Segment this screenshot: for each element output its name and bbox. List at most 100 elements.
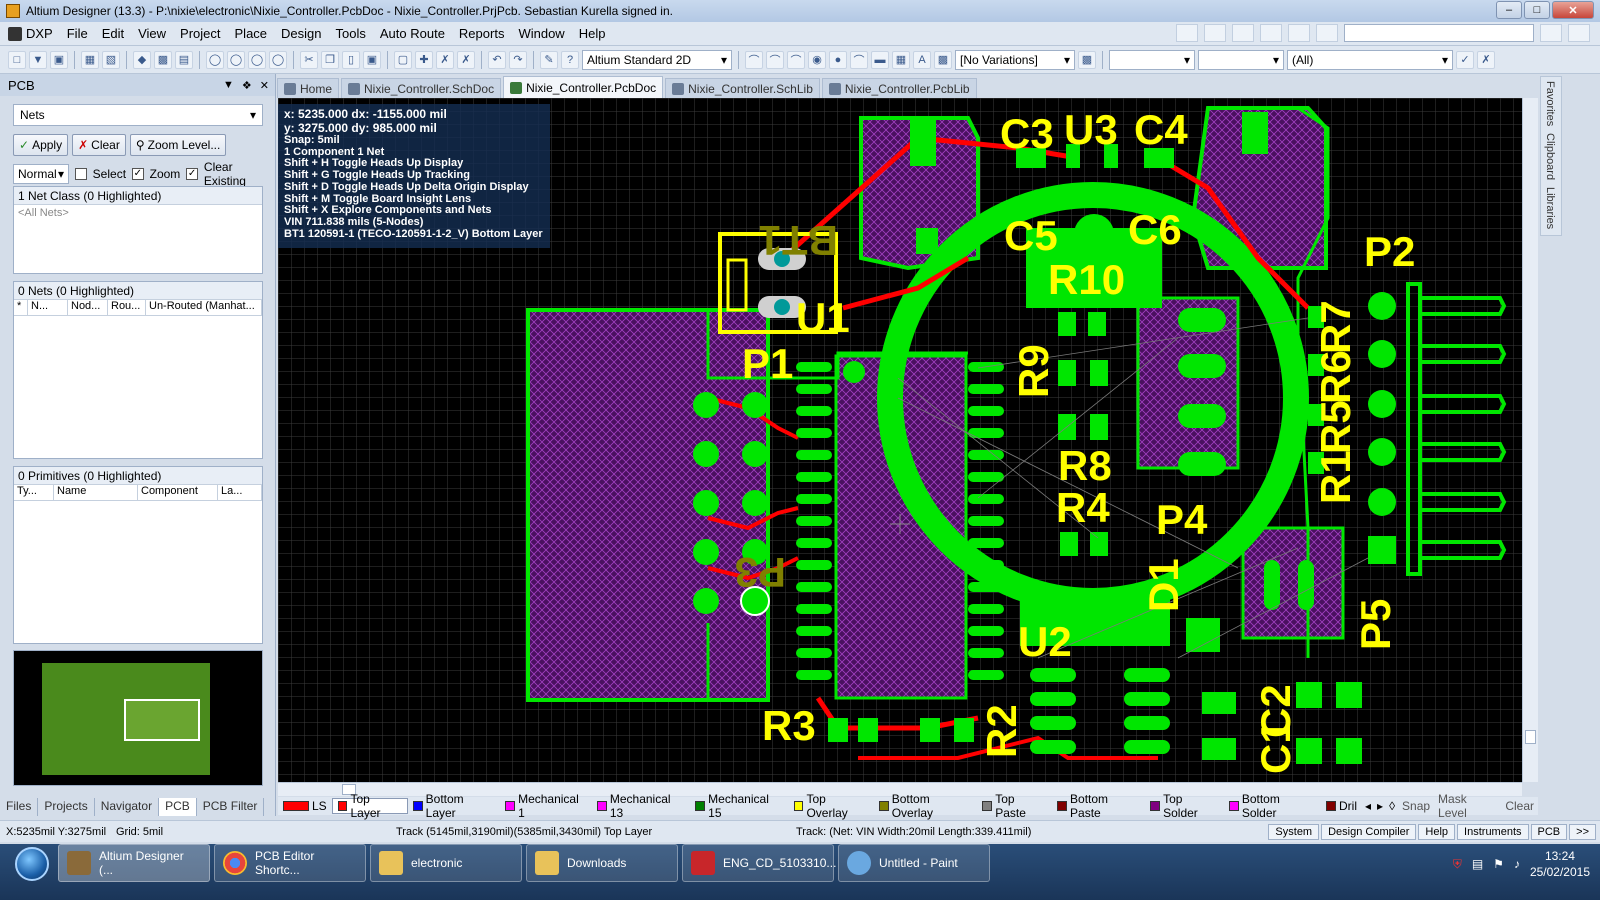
variations-select[interactable]: [No Variations] ▾ xyxy=(955,49,1075,70)
col-unrouted[interactable]: Un-Routed (Manhat... xyxy=(146,300,262,315)
filter-combo-1[interactable]: ▾ xyxy=(1109,49,1195,70)
current-layer-swatch[interactable]: LS xyxy=(278,798,332,814)
route-multiple-icon[interactable]: ⌒ xyxy=(766,50,784,69)
minimap-viewport[interactable] xyxy=(124,699,200,741)
col-star[interactable]: * xyxy=(14,300,28,315)
close-panel-icon[interactable]: ✕ xyxy=(260,79,269,92)
col-routed[interactable]: Rou... xyxy=(108,300,146,315)
move-icon[interactable]: ✚ xyxy=(415,50,433,69)
zoom-checkbox[interactable]: ✓ xyxy=(132,168,144,180)
help-icon[interactable]: ? xyxy=(561,50,579,69)
select-area-icon[interactable]: ▢ xyxy=(394,50,412,69)
doc-tab-schlib[interactable]: Nixie_Controller.SchLib xyxy=(665,78,820,98)
filter-combo-2[interactable]: ▾ xyxy=(1198,49,1284,70)
arc-icon[interactable]: ⌒ xyxy=(850,50,868,69)
layers-icon[interactable]: ◆ xyxy=(133,50,151,69)
diff-pair-route-icon[interactable]: ⌒ xyxy=(787,50,805,69)
zoom-level-button[interactable]: ⚲ Zoom Level... xyxy=(129,134,227,156)
clock[interactable]: 13:24 25/02/2015 xyxy=(1530,848,1590,880)
layer-tab-bottom-overlay[interactable]: Bottom Overlay xyxy=(874,792,977,820)
zoom-area-icon[interactable]: ◯ xyxy=(227,50,245,69)
task-altium[interactable]: Altium Designer (... xyxy=(58,844,210,882)
clear-all-filter-icon[interactable]: ✗ xyxy=(1477,50,1495,69)
room-icon[interactable] xyxy=(1288,24,1310,42)
save-icon[interactable]: ▣ xyxy=(50,50,68,69)
align-icon[interactable] xyxy=(1204,24,1226,42)
layer-tab-top-layer[interactable]: Top Layer xyxy=(331,792,408,820)
print-preview-icon[interactable]: ▧ xyxy=(102,50,120,69)
pcb-button[interactable]: PCB xyxy=(1530,824,1568,840)
back-icon[interactable] xyxy=(1540,24,1562,42)
help-button[interactable]: Help xyxy=(1418,824,1456,840)
favorites-tab[interactable]: Favorites xyxy=(1544,81,1556,126)
paste-icon[interactable]: ▯ xyxy=(342,50,360,69)
pin-icon[interactable]: ❖ xyxy=(242,79,252,92)
clipboard-tab[interactable]: Clipboard xyxy=(1544,133,1556,180)
col-type[interactable]: Ty... xyxy=(14,485,54,500)
menu-help[interactable]: Help xyxy=(579,26,606,41)
system-button[interactable]: System xyxy=(1268,824,1320,840)
find-icon[interactable] xyxy=(1232,24,1254,42)
tab-navigator[interactable]: Navigator xyxy=(94,798,160,816)
component-icon[interactable]: ▩ xyxy=(934,50,952,69)
board-icon[interactable]: ▩ xyxy=(154,50,172,69)
layer-tab-bottom-solder[interactable]: Bottom Solder xyxy=(1224,792,1321,820)
menu-tools[interactable]: Tools xyxy=(336,26,366,41)
redo-icon[interactable]: ↷ xyxy=(509,50,527,69)
address-combo[interactable] xyxy=(1344,24,1534,42)
mask-level-button[interactable]: Mask Level xyxy=(1434,792,1501,820)
start-button[interactable] xyxy=(6,844,58,884)
tab-files[interactable]: Files xyxy=(0,798,39,816)
layer-tab-bottom-layer[interactable]: Bottom Layer xyxy=(408,792,500,820)
scroll-left-icon[interactable]: ◂ xyxy=(1362,799,1374,813)
more-button[interactable]: >> xyxy=(1569,824,1596,840)
net-class-list[interactable]: 1 Net Class (0 Highlighted) <All Nets> xyxy=(13,186,263,274)
nets-list[interactable]: 0 Nets (0 Highlighted) * N... Nod... Rou… xyxy=(13,281,263,459)
crossprobe-icon[interactable]: ✎ xyxy=(540,50,558,69)
mask-mode-select[interactable]: Normal ▾ xyxy=(13,164,70,184)
layer-tab-mechanical-1[interactable]: Mechanical 1 xyxy=(500,792,592,820)
apply-button[interactable]: ✓ Apply xyxy=(13,134,69,156)
doc-tab-pcblib[interactable]: Nixie_Controller.PcbLib xyxy=(821,78,977,98)
copy-icon[interactable]: ❐ xyxy=(321,50,339,69)
clear-existing-checkbox[interactable]: ✓ xyxy=(186,168,198,180)
variant-manager-icon[interactable]: ▩ xyxy=(1078,50,1096,69)
filter-all-select[interactable]: (All) ▾ xyxy=(1287,49,1453,70)
layer-set-icon[interactable]: ◊ xyxy=(1386,799,1398,813)
layer-tab-top-paste[interactable]: Top Paste xyxy=(977,792,1052,820)
instruments-button[interactable]: Instruments xyxy=(1457,824,1529,840)
interactive-route-icon[interactable]: ⌒ xyxy=(745,50,763,69)
new-icon[interactable]: □ xyxy=(8,50,26,69)
design-compiler-button[interactable]: Design Compiler xyxy=(1321,824,1417,840)
vertical-scrollbar[interactable] xyxy=(1522,98,1538,782)
clear-mask-button[interactable]: Clear xyxy=(1501,799,1538,813)
maximize-button[interactable]: □ xyxy=(1524,1,1550,19)
col-prim-name[interactable]: Name xyxy=(54,485,138,500)
chart-icon[interactable] xyxy=(1176,24,1198,42)
col-component[interactable]: Component xyxy=(138,485,218,500)
menu-file[interactable]: File xyxy=(67,26,88,41)
menu-dxp[interactable]: DXP xyxy=(8,26,53,41)
layer-tab-drill[interactable]: Dril xyxy=(1321,798,1362,814)
menu-project[interactable]: Project xyxy=(180,26,220,41)
zoom-selected-icon[interactable]: ◯ xyxy=(248,50,266,69)
apply-filter-icon[interactable]: ✓ xyxy=(1456,50,1474,69)
menu-window[interactable]: Window xyxy=(518,26,564,41)
menu-auto-route[interactable]: Auto Route xyxy=(380,26,445,41)
scroll-right-icon[interactable]: ▸ xyxy=(1374,799,1386,813)
libraries-tab[interactable]: Libraries xyxy=(1544,187,1556,229)
rubber-stamp-icon[interactable]: ▣ xyxy=(363,50,381,69)
shield-icon[interactable]: ⛨ xyxy=(1453,857,1462,872)
pad-icon[interactable]: ◉ xyxy=(808,50,826,69)
doc-tab-pcbdoc[interactable]: Nixie_Controller.PcbDoc xyxy=(503,76,664,98)
view-mode-select[interactable]: Altium Standard 2D ▾ xyxy=(582,49,732,70)
col-layer[interactable]: La... xyxy=(218,485,262,500)
library-icon[interactable]: ▤ xyxy=(175,50,193,69)
menu-reports[interactable]: Reports xyxy=(459,26,505,41)
snap-button[interactable]: Snap xyxy=(1398,799,1434,813)
pcb-canvas[interactable]: C3 U3 C4 C5 C6 R10 BT1 U1 P1 P2 R7 R6 R5… xyxy=(278,98,1522,782)
primitives-list[interactable]: 0 Primitives (0 Highlighted) Ty... Name … xyxy=(13,466,263,644)
layer-tab-top-overlay[interactable]: Top Overlay xyxy=(789,792,874,820)
clear-button[interactable]: ✗ Clear xyxy=(72,134,126,156)
forward-icon[interactable] xyxy=(1568,24,1590,42)
